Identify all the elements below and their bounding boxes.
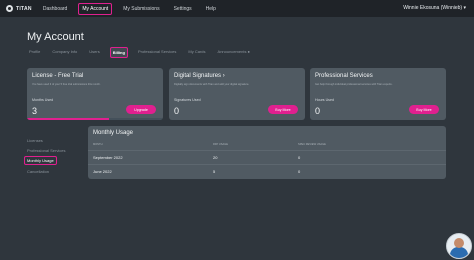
card-title: License - Free Trial bbox=[32, 73, 84, 79]
side-link-monthly-usage[interactable]: Monthly Usage bbox=[24, 156, 57, 165]
tab-professional-services[interactable]: Professional Services bbox=[136, 47, 178, 58]
top-navbar: TITAN Dashboard My Account My Submission… bbox=[0, 0, 474, 17]
nav-settings[interactable]: Settings bbox=[171, 4, 195, 14]
panel-title: Monthly Usage bbox=[93, 130, 134, 136]
card-description: You have used 3 of your 5 free trial sub… bbox=[32, 83, 101, 86]
card-label: Hours Used bbox=[315, 98, 334, 102]
license-card: License - Free Trial You have used 3 of … bbox=[27, 68, 163, 120]
cell-rfp: 20 bbox=[213, 155, 218, 160]
side-link-professional-services[interactable]: Professional Services bbox=[27, 148, 65, 153]
cell-month: September 2022 bbox=[93, 155, 123, 160]
avatar-body bbox=[450, 247, 468, 258]
brand-logo[interactable]: TITAN bbox=[6, 5, 32, 12]
cell-month: June 2022 bbox=[93, 169, 112, 174]
column-header-month: MONTH bbox=[93, 143, 103, 146]
tab-company-info[interactable]: Company Info bbox=[50, 47, 79, 58]
tab-billing[interactable]: Billing bbox=[109, 47, 128, 58]
card-description: Digitally sign documents with Titan and … bbox=[174, 83, 250, 86]
upgrade-button[interactable]: Upgrade bbox=[126, 105, 156, 114]
titan-logo-icon bbox=[6, 5, 13, 12]
card-value: 3 bbox=[32, 106, 38, 116]
account-subtabs: Profile Company Info Users Billing Profe… bbox=[27, 47, 260, 58]
cell-spec: 0 bbox=[298, 155, 301, 160]
card-value: 0 bbox=[174, 106, 180, 116]
tab-announcements[interactable]: Announcements ● bbox=[216, 47, 252, 58]
column-header-spec-review-usage: SPEC REVIEW USAGE bbox=[298, 143, 326, 146]
buy-more-signatures-button[interactable]: Buy More bbox=[268, 105, 298, 114]
card-description: Get help through individual professional… bbox=[315, 83, 393, 86]
tab-profile[interactable]: Profile bbox=[27, 47, 42, 58]
card-title: Digital Signatures › bbox=[174, 73, 225, 79]
tab-users[interactable]: Users bbox=[87, 47, 101, 58]
tab-my-cards[interactable]: My Cards bbox=[186, 47, 207, 58]
digital-signatures-card: Digital Signatures › Digitally sign docu… bbox=[169, 68, 305, 120]
column-header-rfp-usage: RFP USAGE bbox=[213, 143, 228, 146]
avatar-face bbox=[454, 238, 464, 248]
usage-progress-fill bbox=[27, 118, 109, 120]
monthly-usage-panel: Monthly Usage MONTH RFP USAGE SPEC REVIE… bbox=[88, 126, 446, 179]
cell-spec: 0 bbox=[298, 169, 301, 174]
cell-rfp: 5 bbox=[213, 169, 216, 174]
table-row: June 2022 5 0 bbox=[88, 164, 446, 179]
brand-name: TITAN bbox=[16, 5, 32, 12]
card-label: Months Used bbox=[32, 98, 54, 102]
card-label: Signatures Used bbox=[174, 98, 201, 102]
nav-dashboard[interactable]: Dashboard bbox=[40, 4, 70, 14]
card-value: 0 bbox=[315, 106, 321, 116]
nav-my-submissions[interactable]: My Submissions bbox=[120, 4, 162, 14]
user-menu[interactable]: Winnie Ekosuna (Winnieb) ▾ bbox=[403, 5, 466, 11]
card-title: Professional Services bbox=[315, 73, 373, 79]
chat-avatar-icon[interactable] bbox=[446, 233, 472, 259]
nav-help[interactable]: Help bbox=[203, 4, 219, 14]
side-link-cancellation[interactable]: Cancellation bbox=[27, 169, 49, 174]
side-link-licenses[interactable]: Licenses bbox=[27, 138, 43, 143]
page-title: My Account bbox=[27, 31, 84, 43]
professional-services-card: Professional Services Get help through i… bbox=[310, 68, 446, 120]
nav-my-account[interactable]: My Account bbox=[78, 2, 113, 15]
table-row: September 2022 20 0 bbox=[88, 150, 446, 165]
buy-more-hours-button[interactable]: Buy More bbox=[409, 105, 439, 114]
